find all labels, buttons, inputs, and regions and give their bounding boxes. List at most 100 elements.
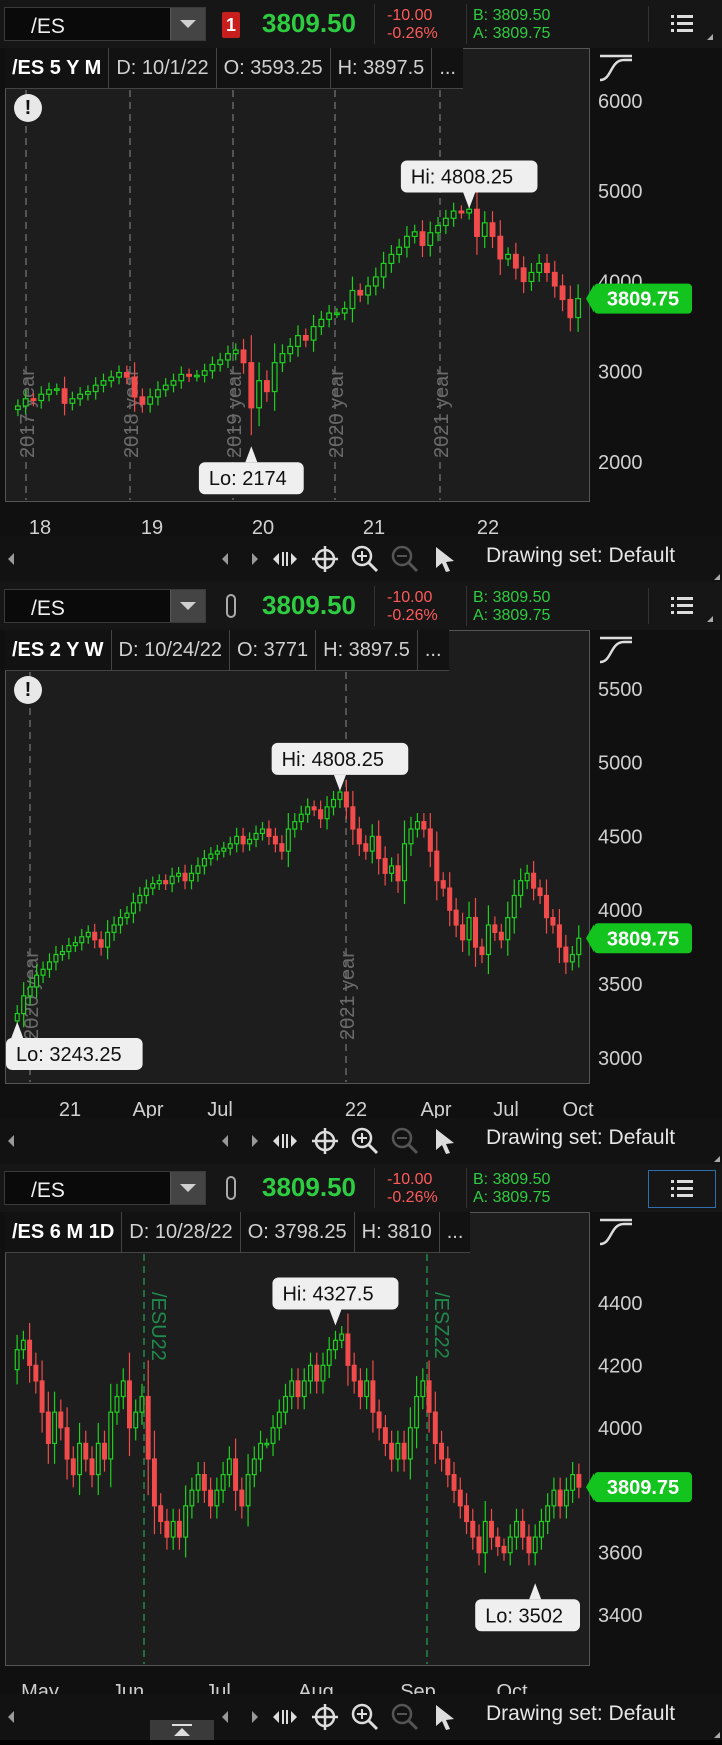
chevron-down-icon[interactable] <box>170 590 205 622</box>
bid-price: B: 3809.50 <box>473 7 551 24</box>
scroll-left-icon[interactable] <box>8 553 14 565</box>
info-more[interactable]: ... <box>440 1212 471 1252</box>
chart-title[interactable]: /ES 2 Y W <box>5 630 112 670</box>
chart-style-icon[interactable] <box>596 1214 636 1250</box>
candle <box>66 937 72 960</box>
candle <box>476 1524 482 1566</box>
candle <box>528 263 535 291</box>
crosshair-icon[interactable] <box>310 1126 340 1156</box>
candle <box>432 1391 438 1464</box>
candle <box>427 221 434 257</box>
candle <box>39 1360 45 1433</box>
candle <box>420 1368 426 1410</box>
expand-time-icon[interactable] <box>270 1702 300 1732</box>
chart-area[interactable]: 5500 5000 4500 4000 3500 3000 21 Apr Jul 22 Apr Jul… <box>0 630 722 1118</box>
candle <box>195 1461 201 1503</box>
candle <box>226 1446 232 1488</box>
chart-style-icon[interactable] <box>596 632 636 668</box>
drawing-set-label[interactable]: Drawing set: Default <box>486 1702 675 1726</box>
chevron-up-icon <box>172 1724 192 1736</box>
candle <box>176 866 182 883</box>
pan-left-icon[interactable] <box>222 553 228 565</box>
link-chain-icon[interactable] <box>226 594 236 618</box>
chart-area[interactable]: 440042004000380036003400MayJunJulAugSepO… <box>0 1212 722 1700</box>
scroll-left-icon[interactable] <box>8 1135 14 1147</box>
candle <box>563 1477 569 1519</box>
candle <box>83 1430 89 1472</box>
panel-menu-button[interactable] <box>648 588 715 624</box>
symbol-selector[interactable]: /ES <box>4 1171 206 1205</box>
zoom-out-icon[interactable] <box>390 544 420 574</box>
zoom-in-icon[interactable] <box>350 1126 380 1156</box>
candle <box>526 1524 532 1566</box>
pan-left-icon[interactable] <box>222 1135 228 1147</box>
scroll-left-icon[interactable] <box>8 1711 14 1723</box>
drawing-set-label[interactable]: Drawing set: Default <box>486 1126 675 1150</box>
candle <box>545 1493 551 1535</box>
candle <box>287 337 294 363</box>
candle <box>376 820 382 875</box>
pan-right-icon[interactable] <box>252 553 258 565</box>
cursor-icon[interactable] <box>430 1126 460 1156</box>
candle <box>133 1399 139 1441</box>
alert-icon[interactable]: ! <box>14 94 42 122</box>
expand-time-icon[interactable] <box>270 544 300 574</box>
info-more[interactable]: ... <box>418 630 449 670</box>
candle <box>505 247 512 267</box>
chevron-down-icon[interactable] <box>170 1172 205 1204</box>
pan-left-icon[interactable] <box>222 1711 228 1723</box>
candle <box>247 832 253 851</box>
zoom-in-icon[interactable] <box>350 544 380 574</box>
candle <box>507 1524 513 1566</box>
candle <box>201 363 208 383</box>
chevron-down-icon[interactable] <box>170 8 205 40</box>
panel-header: /ES 1 3809.50 -10.00 -0.26% B: 3809.50 A… <box>0 0 722 48</box>
chart-style-icon[interactable] <box>596 50 636 86</box>
corner-resize-icon <box>707 610 713 622</box>
pan-right-icon[interactable] <box>252 1711 258 1723</box>
candle <box>266 820 272 845</box>
cursor-icon[interactable] <box>430 1702 460 1732</box>
candle <box>408 816 414 857</box>
zoom-out-icon[interactable] <box>390 1126 420 1156</box>
candle <box>178 366 185 389</box>
crosshair-icon[interactable] <box>310 1702 340 1732</box>
x-axis-label: Apr <box>420 1099 451 1118</box>
candle <box>551 1477 557 1519</box>
pan-right-icon[interactable] <box>252 1135 258 1147</box>
zoom-in-icon[interactable] <box>350 1702 380 1732</box>
zoom-out-icon[interactable] <box>390 1702 420 1732</box>
chart-area[interactable]: 6000 5000 4000 3000 2000 18 19 20 21 22 2017 year 2… <box>0 48 722 536</box>
candle <box>395 1430 401 1472</box>
crosshair-icon[interactable] <box>310 544 340 574</box>
chart-title[interactable]: /ES 5 Y M <box>5 48 110 88</box>
alert-icon[interactable]: ! <box>14 676 42 704</box>
high-label: Hi: 4808.25 <box>400 160 538 209</box>
panel-menu-button[interactable] <box>648 1170 716 1208</box>
info-more[interactable]: ... <box>432 48 463 88</box>
candle <box>108 1383 114 1488</box>
candle <box>419 220 426 258</box>
chart-info-bar: /ES 6 M 1D D: 10/28/22 O: 3798.25 H: 381… <box>5 1212 471 1253</box>
cursor-icon[interactable] <box>430 544 460 574</box>
panel-menu-button[interactable] <box>648 6 715 42</box>
symbol-selector[interactable]: /ES <box>4 7 206 41</box>
candle <box>117 909 124 934</box>
candle <box>450 202 457 227</box>
panel-header: /ES 3809.50 -10.00 -0.26% B: 3809.50 A: … <box>0 1164 722 1212</box>
candle <box>239 1477 245 1519</box>
percent-change: -0.26% <box>387 25 438 42</box>
dock-expand-button[interactable] <box>150 1720 214 1740</box>
link-chain-icon[interactable] <box>226 1176 236 1200</box>
drawing-set-label[interactable]: Drawing set: Default <box>486 544 675 568</box>
candle <box>232 343 239 361</box>
candle <box>283 1383 288 1425</box>
chart-title[interactable]: /ES 6 M 1D <box>5 1212 123 1252</box>
expand-time-icon[interactable] <box>270 1126 300 1156</box>
candle <box>310 314 317 352</box>
symbol-selector[interactable]: /ES <box>4 589 206 623</box>
candle <box>439 1430 445 1472</box>
link-group-badge[interactable]: 1 <box>222 12 240 38</box>
candle <box>58 1399 64 1441</box>
candle <box>324 796 330 830</box>
